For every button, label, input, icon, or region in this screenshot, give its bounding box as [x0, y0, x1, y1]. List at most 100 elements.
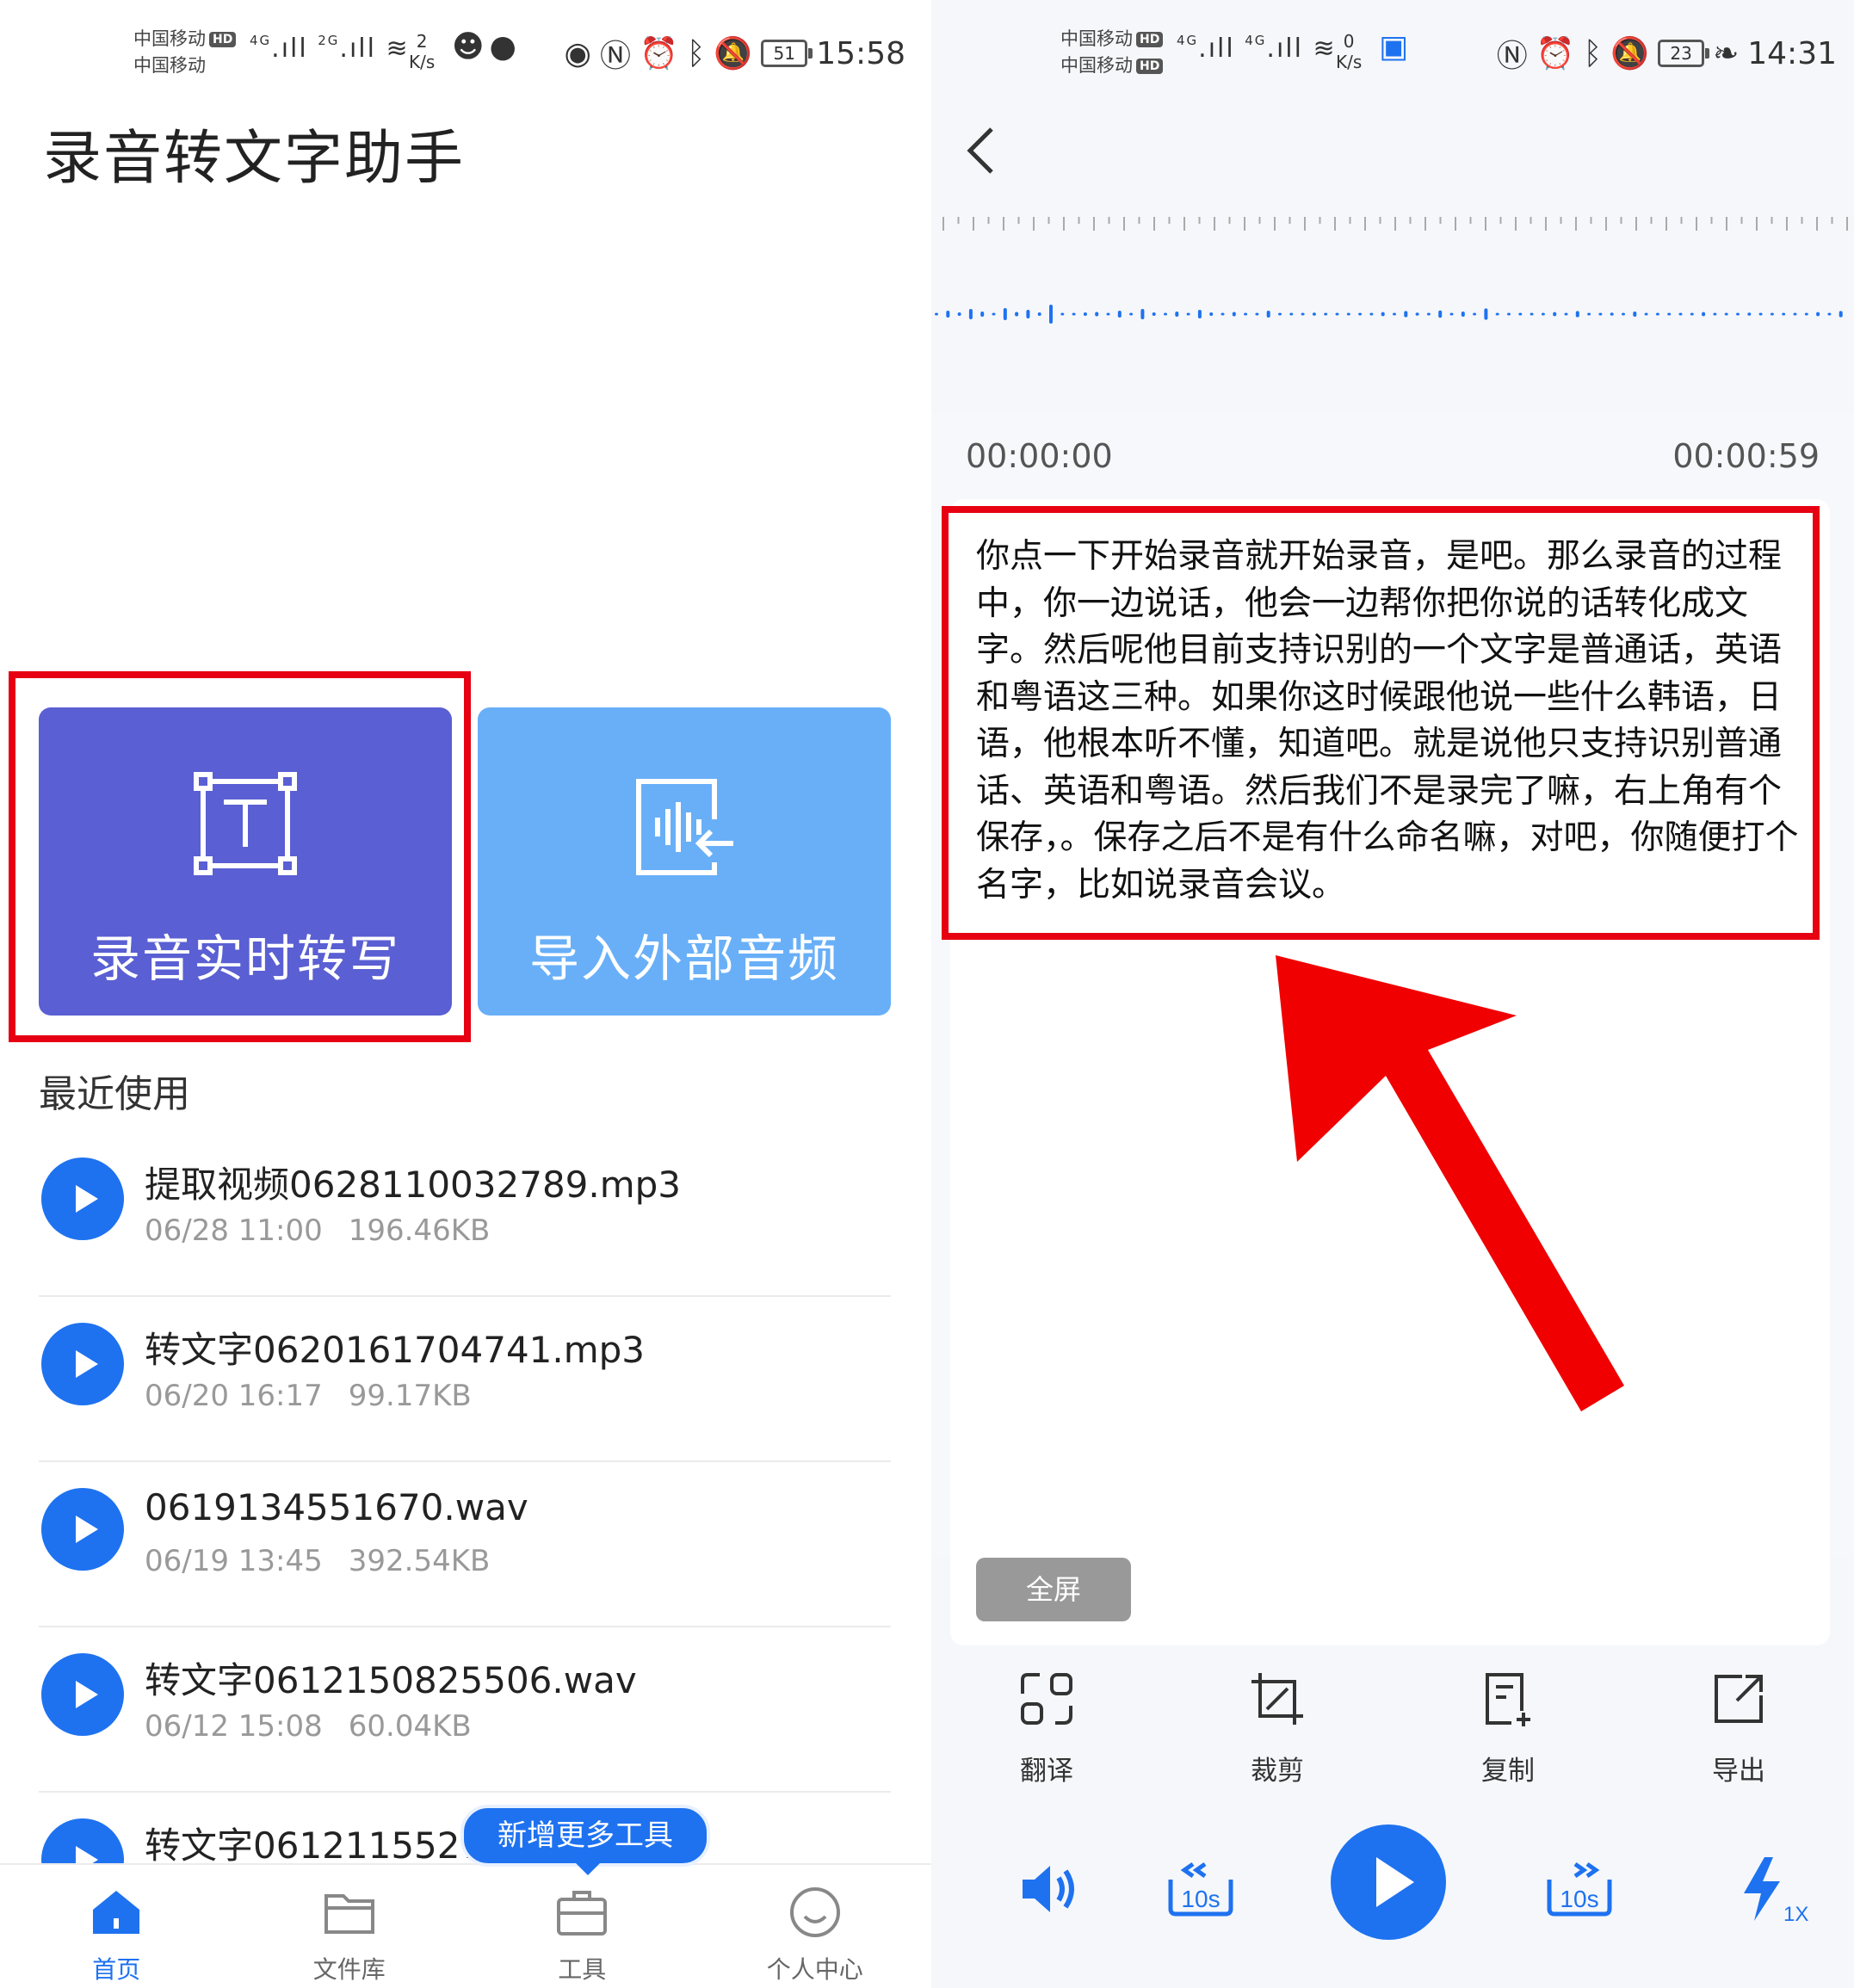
- net-speed: 2 K/s: [409, 31, 436, 72]
- audio-waveform[interactable]: [931, 297, 1854, 331]
- translate-button[interactable]: 翻译: [931, 1661, 1162, 1790]
- bluetooth-icon: ᛒ: [1583, 35, 1603, 71]
- wave-bar: [1758, 312, 1763, 316]
- wave-bar: [1335, 312, 1339, 316]
- file-name: 提取视频0628110032789.mp3: [145, 1164, 682, 1206]
- app-title: 录音转文字助手: [43, 125, 466, 193]
- wave-bar: [1003, 308, 1007, 320]
- wave-bar: [1358, 312, 1363, 316]
- play-icon[interactable]: [41, 1323, 124, 1405]
- wave-bar: [1393, 312, 1396, 316]
- file-meta: 06/28 11:00 196.46KB: [145, 1213, 491, 1248]
- wave-bar: [1622, 312, 1625, 316]
- wave-bar: [1667, 312, 1672, 316]
- wave-bar: [1312, 312, 1316, 316]
- wave-bar: [1484, 308, 1488, 320]
- forward-10s-icon[interactable]: 10s: [1541, 1850, 1618, 1928]
- wave-bar: [1152, 312, 1156, 316]
- import-audio-icon: [636, 779, 733, 875]
- wave-bar: [1804, 312, 1808, 316]
- file-name: 转文字0612150825506.wav: [145, 1659, 637, 1701]
- play-icon[interactable]: [41, 1158, 124, 1240]
- volume-icon[interactable]: [1010, 1850, 1088, 1928]
- wave-bar: [1461, 312, 1465, 317]
- copy-icon: [1486, 1673, 1530, 1726]
- play-icon[interactable]: [41, 1653, 124, 1736]
- wave-bar: [1633, 312, 1637, 317]
- battery-icon: 51: [761, 40, 813, 67]
- wave-bar: [1736, 312, 1740, 316]
- wave-bar: [1473, 312, 1477, 316]
- file-meta: 06/12 15:08 60.04KB: [145, 1709, 472, 1744]
- wave-bar: [1255, 312, 1259, 316]
- wave-bar: [1541, 312, 1545, 316]
- status-bar: 中国移动 HD 中国移动 HD 4G.ıll 4G.ıll ≋ 0 K/s ▣ Ⓝ …: [1060, 24, 1837, 84]
- svg-text:10s: 10s: [1560, 1886, 1598, 1912]
- signal-icon: 4G.ıll 2G.ıll ≋: [250, 33, 410, 64]
- smile-icon: [789, 1887, 840, 1937]
- wave-bar: [1221, 312, 1225, 316]
- crop-button[interactable]: 裁剪: [1162, 1661, 1393, 1790]
- wave-bar: [1587, 312, 1591, 316]
- highlight-box: [9, 671, 471, 1042]
- wave-bar: [1129, 312, 1134, 316]
- svg-text:10s: 10s: [1181, 1886, 1220, 1912]
- file-meta: 06/20 16:17 99.17KB: [145, 1379, 472, 1413]
- wave-bar: [1404, 311, 1408, 318]
- rewind-10s-icon[interactable]: 10s: [1162, 1850, 1239, 1928]
- nav-files[interactable]: 文件库: [233, 1865, 467, 1988]
- nfc-icon: Ⓝ: [599, 39, 631, 74]
- carrier-info: 中国移动 HD 中国移动: [133, 26, 237, 79]
- export-button[interactable]: 导出: [1623, 1661, 1854, 1790]
- export-icon: [1715, 1675, 1763, 1723]
- wave-bar: [1702, 312, 1706, 317]
- wave-bar: [1678, 312, 1683, 316]
- file-row[interactable]: 转文字0612150825506.wav 06/12 15:08 60.04KB: [39, 1627, 891, 1793]
- wave-bar: [1369, 312, 1374, 316]
- back-icon[interactable]: [957, 120, 1009, 181]
- wave-bar: [1655, 312, 1659, 316]
- wave-bar: [1015, 312, 1019, 317]
- copy-button[interactable]: 复制: [1393, 1661, 1623, 1790]
- wave-bar: [1289, 312, 1294, 316]
- wave-bar: [1266, 311, 1270, 318]
- wave-bar: [1724, 312, 1728, 316]
- red-arrow-annotation: [1276, 955, 1624, 1411]
- wave-bar: [1301, 312, 1305, 316]
- mute-icon: 🔕: [1610, 36, 1650, 71]
- wave-bar: [980, 312, 985, 317]
- import-audio-card[interactable]: 导入外部音频: [478, 707, 891, 1016]
- file-meta: 06/19 13:45 392.54KB: [145, 1544, 491, 1578]
- wave-bar: [1175, 312, 1179, 317]
- tool-bar: 翻译 裁剪 复制 导出: [931, 1661, 1854, 1790]
- alarm-icon: ⏰: [639, 36, 678, 71]
- clock: 15:58: [816, 35, 905, 71]
- new-tools-tooltip[interactable]: 新增更多工具: [460, 1805, 710, 1875]
- play-icon[interactable]: [41, 1488, 124, 1571]
- nav-tools[interactable]: 工具: [466, 1865, 699, 1988]
- leaf-icon: ❧: [1713, 35, 1740, 71]
- home-screen: 中国移动 HD 中国移动 4G.ıll 2G.ıll ≋ 2 K/s ☻● ◉ Ⓝ…: [0, 0, 931, 1988]
- nav-home[interactable]: 首页: [0, 1865, 233, 1988]
- file-row[interactable]: 提取视频0628110032789.mp3 06/28 11:00 196.46K…: [39, 1132, 891, 1297]
- file-row[interactable]: 0619134551670.wav 06/19 13:45 392.54KB: [39, 1462, 891, 1627]
- nav-profile[interactable]: 个人中心: [699, 1865, 932, 1988]
- app-notification-icon: ▣: [1379, 29, 1414, 65]
- main-play-button[interactable]: [1331, 1824, 1446, 1940]
- wave-bar: [1415, 312, 1419, 316]
- wave-bar: [1232, 312, 1236, 317]
- wave-bar: [1793, 312, 1797, 316]
- play-icon: [1376, 1857, 1414, 1907]
- wave-bar: [1449, 312, 1454, 316]
- wave-bar: [1747, 312, 1752, 316]
- transcript-text[interactable]: 你点一下开始录音就开始录音，是吧。那么录音的过程中，你一边说话，他会一边帮你把你…: [976, 534, 1802, 909]
- translate-icon: [1021, 1673, 1072, 1725]
- wave-bar: [1518, 312, 1523, 316]
- wave-bar: [1346, 312, 1350, 316]
- wave-bar: [1072, 312, 1076, 316]
- wave-bar: [1598, 312, 1603, 316]
- fullscreen-button[interactable]: 全屏: [976, 1558, 1131, 1621]
- speed-icon[interactable]: 1X: [1732, 1850, 1809, 1928]
- file-row[interactable]: 转文字0620161704741.mp3 06/20 16:17 99.17KB: [39, 1297, 891, 1462]
- wave-bar: [1553, 312, 1557, 317]
